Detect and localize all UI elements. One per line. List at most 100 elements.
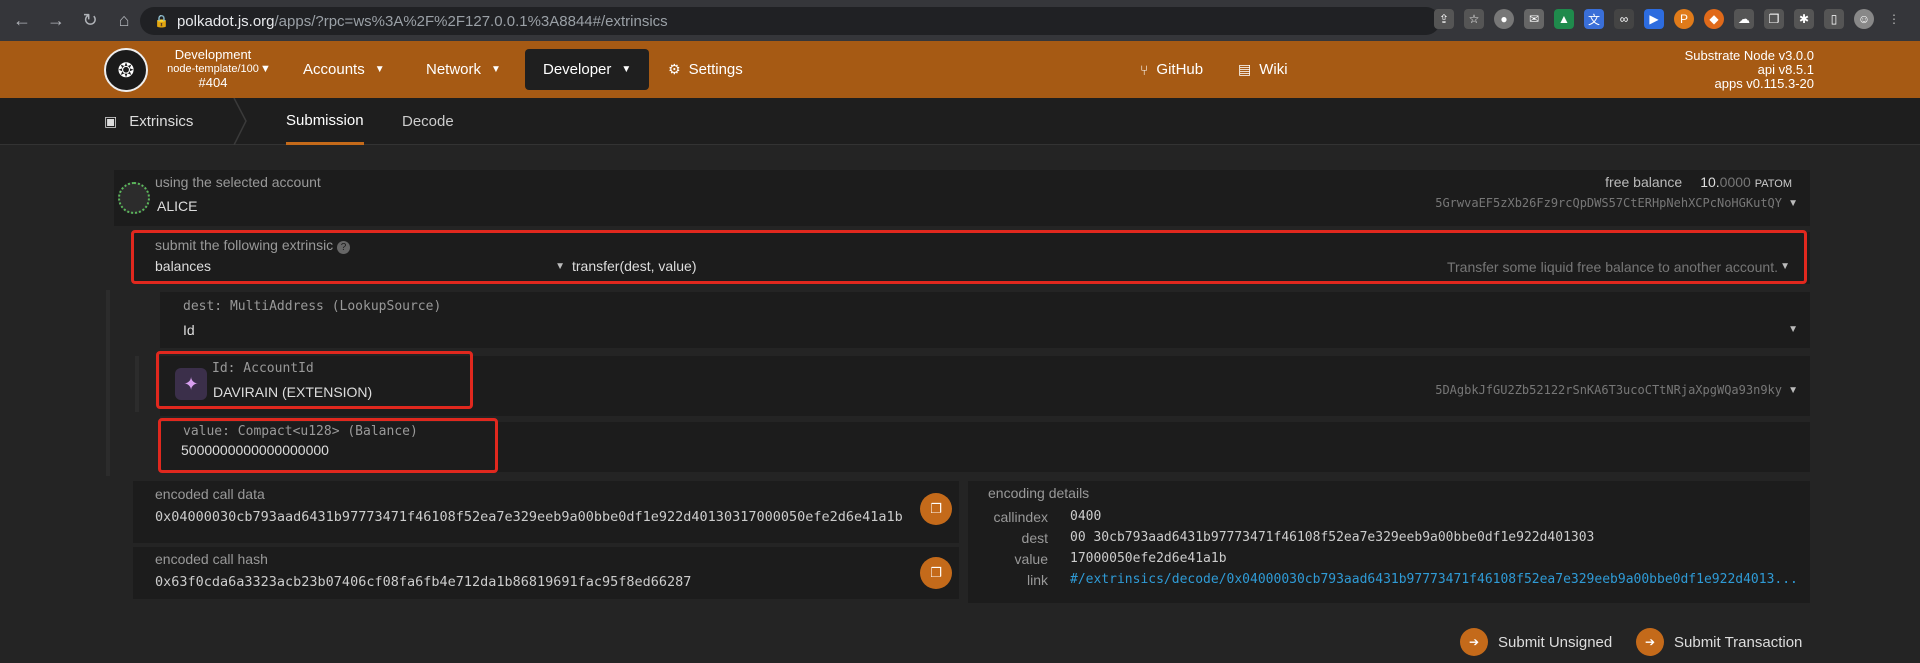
node-version: Substrate Node v3.0.0 bbox=[1684, 48, 1814, 63]
account-name: ALICE bbox=[157, 198, 198, 214]
account-selector[interactable]: using the selected account ALICE free ba… bbox=[114, 170, 1810, 226]
sign-in-icon: ➔ bbox=[1636, 628, 1664, 656]
menu-label: Settings bbox=[688, 61, 743, 78]
menu-settings[interactable]: ⚙ Settings bbox=[650, 49, 761, 90]
chain-sub: node-template/100 bbox=[167, 63, 259, 75]
submit-transaction-button[interactable]: ➔ Submit Transaction bbox=[1636, 628, 1802, 656]
chain-name: Development bbox=[174, 47, 252, 62]
glasses-icon[interactable]: ∞ bbox=[1614, 9, 1634, 29]
menu-icon[interactable]: ⋮ bbox=[1884, 9, 1904, 29]
coin-icon[interactable]: P bbox=[1674, 9, 1694, 29]
share-icon[interactable]: ⇪ bbox=[1434, 9, 1454, 29]
balance-integer: 10. bbox=[1700, 174, 1720, 190]
call-data-label: encoded call data bbox=[155, 486, 265, 502]
menu-label: Wiki bbox=[1259, 61, 1288, 78]
free-balance-label: free balance bbox=[1605, 174, 1683, 190]
gear-icon: ⚙ bbox=[668, 61, 681, 77]
url-path: /apps/?rpc=ws%3A%2F%2F127.0.0.1%3A8844#/… bbox=[274, 12, 668, 30]
extension-icon[interactable]: ● bbox=[1494, 9, 1514, 29]
copy-call-hash-button[interactable]: ❐ bbox=[920, 557, 952, 589]
free-balance: free balance 10.0000 PATOM bbox=[1605, 174, 1792, 190]
highlight-extrinsic bbox=[131, 230, 1807, 284]
menu-label: Developer bbox=[543, 61, 612, 78]
menu-network[interactable]: Network ▼ bbox=[408, 49, 519, 90]
api-version: api v8.5.1 bbox=[1757, 62, 1814, 77]
encoding-details: encoding details callindex 0400 dest 00 … bbox=[968, 481, 1810, 603]
forward-icon[interactable]: → bbox=[44, 9, 68, 33]
extension-icons: ⇪ ☆ ● ✉ ▲ 文 ∞ ▶ P ◆ ☁ ❐ ✱ ▯ ☺ ⋮ bbox=[1434, 9, 1904, 29]
encoding-key: value bbox=[1014, 551, 1048, 567]
drive-icon[interactable]: ▲ bbox=[1554, 9, 1574, 29]
copy-icon: ❐ bbox=[930, 565, 942, 580]
submit-unsigned-button[interactable]: ➔ Submit Unsigned bbox=[1460, 628, 1612, 656]
copy-icon: ❐ bbox=[930, 501, 942, 516]
star-icon[interactable]: ☆ bbox=[1464, 9, 1484, 29]
tab-submission[interactable]: Submission bbox=[286, 98, 364, 145]
address-bar[interactable]: 🔒 polkadot.js.org/apps/?rpc=ws%3A%2F%2F1… bbox=[140, 7, 1440, 35]
decode-link[interactable]: #/extrinsics/decode/0x04000030cb793aad64… bbox=[1070, 572, 1798, 587]
encoding-value: 17000050efe2d6e41a1b bbox=[1070, 551, 1227, 566]
encoding-key: callindex bbox=[993, 509, 1048, 525]
id-indent-bar bbox=[135, 356, 139, 412]
mail-icon[interactable]: ✉ bbox=[1524, 9, 1544, 29]
balance-fraction: 0000 bbox=[1719, 174, 1751, 190]
menu-wiki[interactable]: ▤ Wiki bbox=[1220, 49, 1306, 90]
encoding-details-title: encoding details bbox=[988, 485, 1090, 501]
account-address: 5GrwvaEF5zXb26Fz9rcQpDWS57CtERHpNehXCPcN… bbox=[1435, 196, 1782, 210]
copy-call-data-button[interactable]: ❐ bbox=[920, 493, 952, 525]
dest-label: dest: MultiAddress (LookupSource) bbox=[183, 299, 442, 314]
browser-toolbar: ← → ↻ ⌂ 🔒 polkadot.js.org/apps/?rpc=ws%3… bbox=[0, 0, 1920, 41]
encoding-key: link bbox=[1026, 572, 1048, 588]
encoded-call-hash: encoded call hash 0x63f0cda6a3323acb23b0… bbox=[133, 547, 959, 599]
chevron-down-icon: ▼ bbox=[1788, 324, 1798, 335]
metamask-icon[interactable]: ◆ bbox=[1704, 9, 1724, 29]
section-title: Extrinsics bbox=[129, 113, 194, 130]
cloud-icon[interactable]: ☁ bbox=[1734, 9, 1754, 29]
encoding-value: 00 30cb793aad6431b97773471f46108f52ea7e3… bbox=[1070, 530, 1595, 545]
sign-in-icon: ➔ bbox=[1460, 628, 1488, 656]
chevron-down-icon[interactable]: ▼ bbox=[260, 63, 271, 75]
call-data-value: 0x04000030cb793aad6431b97773471f46108f52… bbox=[155, 509, 903, 525]
section-extrinsics: ▣ Extrinsics bbox=[104, 98, 193, 145]
chevron-down-icon: ▼ bbox=[491, 64, 501, 75]
code-branch-icon: ⑂ bbox=[1140, 61, 1149, 78]
encoding-key: dest bbox=[1021, 530, 1048, 546]
home-icon[interactable]: ⌂ bbox=[112, 9, 136, 33]
chevron-separator-icon bbox=[233, 98, 247, 145]
params-indent-bar bbox=[106, 290, 110, 476]
tab-decode[interactable]: Decode bbox=[402, 98, 454, 145]
zoom-icon[interactable]: ▶ bbox=[1644, 9, 1664, 29]
chain-selector[interactable]: Development node-template/100 #404 bbox=[158, 48, 268, 90]
back-icon[interactable]: ← bbox=[10, 9, 34, 33]
reload-icon[interactable]: ↻ bbox=[78, 9, 102, 33]
account-label: using the selected account bbox=[155, 174, 321, 190]
block-number: #404 bbox=[198, 75, 228, 90]
tabs-icon[interactable]: ❐ bbox=[1764, 9, 1784, 29]
menu-accounts[interactable]: Accounts ▼ bbox=[285, 49, 403, 90]
chevron-down-icon: ▼ bbox=[621, 64, 632, 75]
polkadot-logo-icon[interactable]: ❂ bbox=[104, 48, 148, 92]
balance-unit: PATOM bbox=[1754, 178, 1792, 190]
menu-developer[interactable]: Developer ▼ bbox=[525, 49, 650, 90]
highlight-id bbox=[156, 351, 473, 409]
profile-avatar[interactable]: ☺ bbox=[1854, 9, 1874, 29]
highlight-value bbox=[158, 418, 498, 473]
menu-github[interactable]: ⑂ GitHub bbox=[1122, 49, 1221, 90]
puzzle-icon[interactable]: ✱ bbox=[1794, 9, 1814, 29]
apps-version: apps v0.115.3-20 bbox=[1714, 76, 1815, 91]
encoded-call-data: encoded call data 0x04000030cb793aad6431… bbox=[133, 481, 959, 543]
translate-icon[interactable]: 文 bbox=[1584, 9, 1604, 29]
book-icon: ▤ bbox=[1238, 61, 1252, 77]
chevron-down-icon: ▼ bbox=[374, 64, 385, 75]
chevron-down-icon: ▼ bbox=[1788, 385, 1798, 396]
submit-transaction-label: Submit Transaction bbox=[1674, 633, 1803, 651]
menu-label: Accounts bbox=[303, 61, 365, 78]
account-identicon bbox=[118, 182, 150, 214]
id-address: 5DAgbkJfGU2Zb52122rSnKA6T3ucoCTtNRjaXpgW… bbox=[1435, 383, 1782, 397]
call-hash-value: 0x63f0cda6a3323acb23b07406cf08fa6fb4e712… bbox=[155, 574, 692, 590]
dest-param[interactable]: dest: MultiAddress (LookupSource) Id ▼ bbox=[160, 292, 1810, 348]
menu-label: GitHub bbox=[1156, 61, 1204, 78]
url-host: polkadot.js.org bbox=[176, 12, 275, 30]
sidebar-icon[interactable]: ▯ bbox=[1824, 9, 1844, 29]
extrinsics-icon: ▣ bbox=[104, 113, 118, 129]
